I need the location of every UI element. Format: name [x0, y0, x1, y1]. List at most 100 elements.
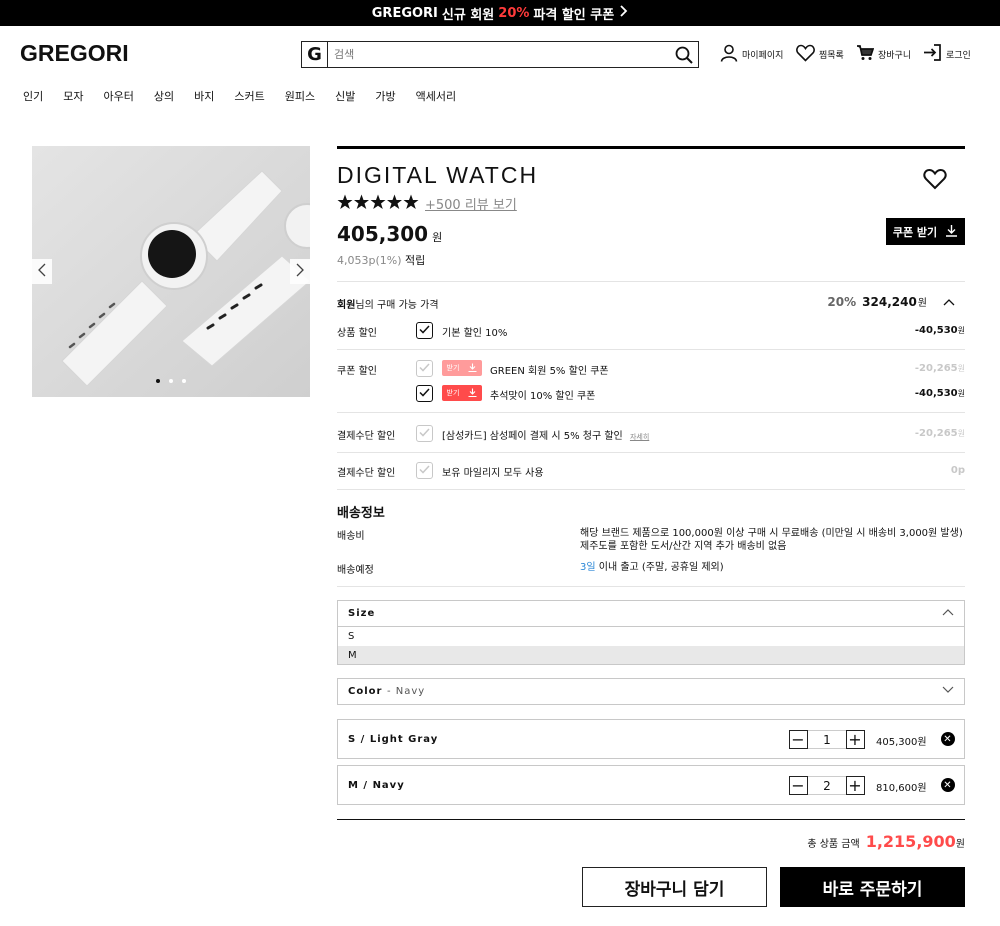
rating-stars-icon — [337, 194, 419, 213]
payment-discount-label: 결제수단 할인 — [337, 431, 396, 442]
banner-brand: GREGORI — [371, 5, 438, 21]
nav-item-dresses[interactable]: 원피스 — [285, 88, 315, 104]
delivery-days: 3일 — [580, 562, 596, 573]
nav-item-popular[interactable]: 인기 — [23, 88, 43, 104]
product-price: 405,300 원 — [337, 222, 442, 246]
gallery-next-button[interactable] — [290, 259, 310, 284]
amount-unit: 원 — [957, 326, 965, 335]
gallery-dot[interactable] — [156, 379, 160, 383]
amount-value: -20,265 — [914, 428, 958, 439]
section-top-line — [337, 146, 965, 149]
divider — [337, 281, 965, 282]
search-input[interactable] — [328, 42, 670, 67]
size-option-s[interactable]: S — [337, 627, 965, 646]
wishlist-heart-button[interactable] — [923, 168, 947, 193]
wishlist-link[interactable]: 찜목록 — [796, 44, 844, 65]
reviews-link[interactable]: +500 리뷰 보기 — [425, 194, 517, 213]
quantity-value[interactable]: 2 — [808, 776, 846, 795]
remove-item-button[interactable]: ✕ — [941, 778, 955, 792]
download-icon — [945, 224, 958, 240]
mypage-label: 마이페이지 — [742, 51, 784, 61]
total-value: 1,215,900 — [865, 832, 956, 851]
delivery-schedule-label: 배송예정 — [337, 565, 374, 576]
item-price: 810,600원 — [876, 783, 927, 794]
delivery-fee-line: 제주도를 포함한 도서/산간 지역 추가 배송비 없음 — [580, 541, 787, 552]
chevron-up-icon — [942, 608, 954, 619]
gallery-dots — [156, 379, 186, 383]
search-brand-badge: G — [302, 42, 328, 67]
color-label: Color — [348, 686, 383, 697]
coupon-chuseok-checkbox[interactable] — [416, 385, 433, 402]
points-value: 4,053p(1%) — [337, 254, 402, 267]
delivery-schedule-text: 이내 출고 (주말, 공휴일 제외) — [598, 562, 724, 573]
nav-item-accessories[interactable]: 액세서리 — [416, 88, 456, 104]
samsung-pay-text: [삼성카드] 삼성페이 결제 시 5% 청구 할인 — [442, 431, 623, 442]
coupon-green-checkbox[interactable] — [416, 360, 433, 377]
size-select[interactable]: Size — [337, 600, 965, 627]
member-price[interactable]: 20% 324,240 원 — [827, 294, 955, 309]
buy-now-button[interactable]: 바로 주문하기 — [780, 867, 965, 907]
site-logo[interactable]: GREGORI — [20, 40, 129, 67]
search-icon[interactable] — [670, 42, 698, 67]
download-icon — [468, 388, 477, 399]
delivery-title: 배송정보 — [337, 506, 385, 521]
coupon-button-label: 쿠폰 받기 — [892, 225, 938, 239]
size-option-m[interactable]: M — [337, 646, 965, 665]
nav-item-bags[interactable]: 가방 — [375, 88, 395, 104]
decrease-button[interactable]: − — [789, 776, 808, 795]
mileage-checkbox[interactable] — [416, 462, 433, 479]
close-icon: ✕ — [943, 733, 953, 745]
mypage-link[interactable]: 마이페이지 — [720, 44, 783, 65]
decrease-button[interactable]: − — [789, 730, 808, 749]
quantity-value[interactable]: 1 — [808, 730, 846, 749]
tag-label: 받기 — [446, 389, 460, 397]
product-title: DIGITAL WATCH — [337, 162, 539, 188]
delivery-fee-line: 해당 브랜드 제품으로 100,000원 이상 구매 시 무료배송 (미만일 시… — [580, 528, 963, 539]
detail-link[interactable]: 자세히 — [630, 433, 649, 441]
increase-button[interactable]: + — [846, 730, 865, 749]
product-discount-checkbox[interactable] — [416, 322, 433, 339]
gallery-dot[interactable] — [182, 379, 186, 383]
login-link[interactable]: 로그인 — [923, 44, 971, 64]
increase-button[interactable]: + — [846, 776, 865, 795]
nav-item-hats[interactable]: 모자 — [63, 88, 83, 104]
plus-icon: + — [848, 775, 863, 795]
cart-link[interactable]: 장바구니 — [856, 44, 911, 64]
add-to-cart-button[interactable]: 장바구니 담기 — [582, 867, 767, 907]
nav-item-shoes[interactable]: 신발 — [335, 88, 355, 104]
color-select-text: Color - Navy — [348, 686, 425, 697]
download-icon — [468, 363, 477, 374]
product-image-gallery — [32, 146, 310, 397]
color-value: - Navy — [386, 686, 426, 697]
mileage-desc: 보유 마일리지 모두 사용 — [442, 468, 544, 479]
heart-icon — [923, 168, 947, 193]
samsung-pay-checkbox[interactable] — [416, 425, 433, 442]
amount-value: -40,530 — [914, 388, 958, 399]
minus-icon: − — [791, 775, 806, 795]
coupon-download-tag[interactable]: 받기 — [442, 360, 482, 376]
coupon-download-tag[interactable]: 받기 — [442, 385, 482, 401]
nav-item-outer[interactable]: 아우터 — [104, 88, 134, 104]
quantity-stepper: − 1 + — [789, 730, 865, 749]
gallery-prev-button[interactable] — [32, 259, 52, 284]
gallery-dot[interactable] — [169, 379, 173, 383]
coupon-download-button[interactable]: 쿠폰 받기 — [886, 218, 965, 245]
remove-item-button[interactable]: ✕ — [941, 732, 955, 746]
banner-text: 신규 회원 — [441, 7, 495, 23]
points-info: 4,053p(1%) 적립 — [337, 252, 425, 268]
heart-icon — [796, 44, 815, 65]
banner-text-2: 파격 할인 쿠폰 — [533, 7, 615, 23]
nav-item-skirts[interactable]: 스커트 — [234, 88, 264, 104]
mileage-discount-label: 결제수단 할인 — [337, 468, 396, 479]
coupon-green-desc: GREEN 회원 5% 할인 쿠폰 — [490, 366, 609, 377]
member-label-rest: 님의 구매 가능 가격 — [355, 300, 439, 311]
login-label: 로그인 — [946, 50, 971, 61]
promo-banner[interactable]: GREGORI 신규 회원 20% 파격 할인 쿠폰 — [0, 0, 1000, 26]
check-icon — [419, 362, 430, 375]
color-select[interactable]: Color - Navy — [337, 678, 965, 705]
nav-item-pants[interactable]: 바지 — [194, 88, 214, 104]
login-icon — [923, 44, 942, 64]
member-discount-percent: 20% — [827, 294, 857, 309]
nav-item-tops[interactable]: 상의 — [154, 88, 174, 104]
chevron-right-icon — [618, 5, 628, 21]
